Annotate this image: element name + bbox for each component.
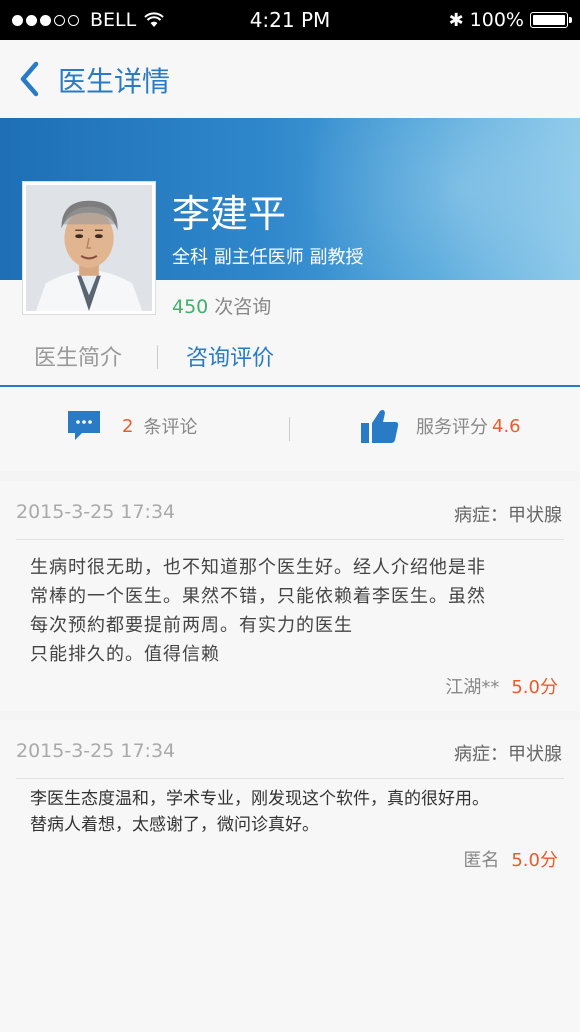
tab-bar: 医生简介 咨询评价 <box>0 328 580 386</box>
stats-divider <box>289 417 290 441</box>
review-count-label: 条评论 <box>143 417 198 438</box>
review-stats: 2 条评论 服务评分 4.6 <box>0 387 580 471</box>
review-divider <box>16 778 564 779</box>
review-count-stat: 2 条评论 <box>66 409 197 443</box>
review-footer: 江湖** 5.0分 <box>445 673 558 699</box>
consult-count: 450 次咨询 <box>172 292 271 319</box>
consult-label: 次咨询 <box>214 296 272 318</box>
tab-divider <box>157 345 158 369</box>
review-disease: 病症：甲状腺 <box>454 744 562 765</box>
review-text: 生病时很无助，也不知道那个医生好。经人介绍他是非 常棒的一个医生。果然不错，只能… <box>30 553 556 669</box>
review-date: 2015-3-25 17:34 <box>16 501 176 523</box>
comment-icon <box>68 411 100 440</box>
consult-number: 450 <box>172 296 209 318</box>
back-arrow-icon[interactable] <box>14 58 50 100</box>
review-user: 匿名 <box>463 850 500 871</box>
battery-icon <box>530 12 572 28</box>
thumbs-up-icon <box>361 409 399 443</box>
review-text-line: 替病人着想，太感谢了，微问诊真好。 <box>30 815 319 835</box>
review-card: 2015-3-25 17:34 病症：甲状腺 李医生态度温和，学术专业，刚发现这… <box>0 720 580 1032</box>
service-rating-label: 服务评分 <box>416 417 488 438</box>
page-title: 医生详情 <box>58 65 171 98</box>
review-divider <box>16 539 564 540</box>
doctor-title: 全科 副主任医师 副教授 <box>172 247 364 268</box>
review-count: 2 <box>122 415 134 437</box>
doctor-avatar <box>22 181 156 315</box>
review-score: 5.0分 <box>511 677 558 698</box>
bluetooth-icon: ✱ <box>448 9 464 31</box>
status-bar: BELL 4:21 PM ✱ 100% <box>0 0 580 40</box>
review-text-line: 常棒的一个医生。果然不错，只能依赖着李医生。虽然 <box>30 586 486 607</box>
review-user: 江湖** <box>445 677 500 698</box>
review-text-line: 李医生态度温和，学术专业，刚发现这个软件，真的很好用。 <box>30 789 489 809</box>
review-text: 李医生态度温和，学术专业，刚发现这个软件，真的很好用。 替病人着想，太感谢了，微… <box>30 786 556 838</box>
service-rating-stat: 服务评分 4.6 <box>360 407 521 445</box>
doctor-name: 李建平 <box>172 192 287 236</box>
review-text-line: 只能排久的。值得信赖 <box>30 644 220 665</box>
review-text-line: 生病时很无助，也不知道那个医生好。经人介绍他是非 <box>30 557 486 578</box>
nav-bar: 医生详情 <box>0 40 580 118</box>
review-footer: 匿名 5.0分 <box>463 846 558 872</box>
tab-intro[interactable]: 医生简介 <box>34 340 122 372</box>
review-disease: 病症：甲状腺 <box>454 505 562 526</box>
battery-percent: 100% <box>469 9 524 31</box>
review-card: 2015-3-25 17:34 病症：甲状腺 生病时很无助，也不知道那个医生好。… <box>0 481 580 711</box>
service-rating-value: 4.6 <box>492 415 521 437</box>
review-text-line: 每次预約都要提前两周。有实力的医生 <box>30 615 353 636</box>
tab-reviews[interactable]: 咨询评价 <box>186 340 274 372</box>
review-date: 2015-3-25 17:34 <box>16 740 176 762</box>
review-score: 5.0分 <box>511 850 558 871</box>
